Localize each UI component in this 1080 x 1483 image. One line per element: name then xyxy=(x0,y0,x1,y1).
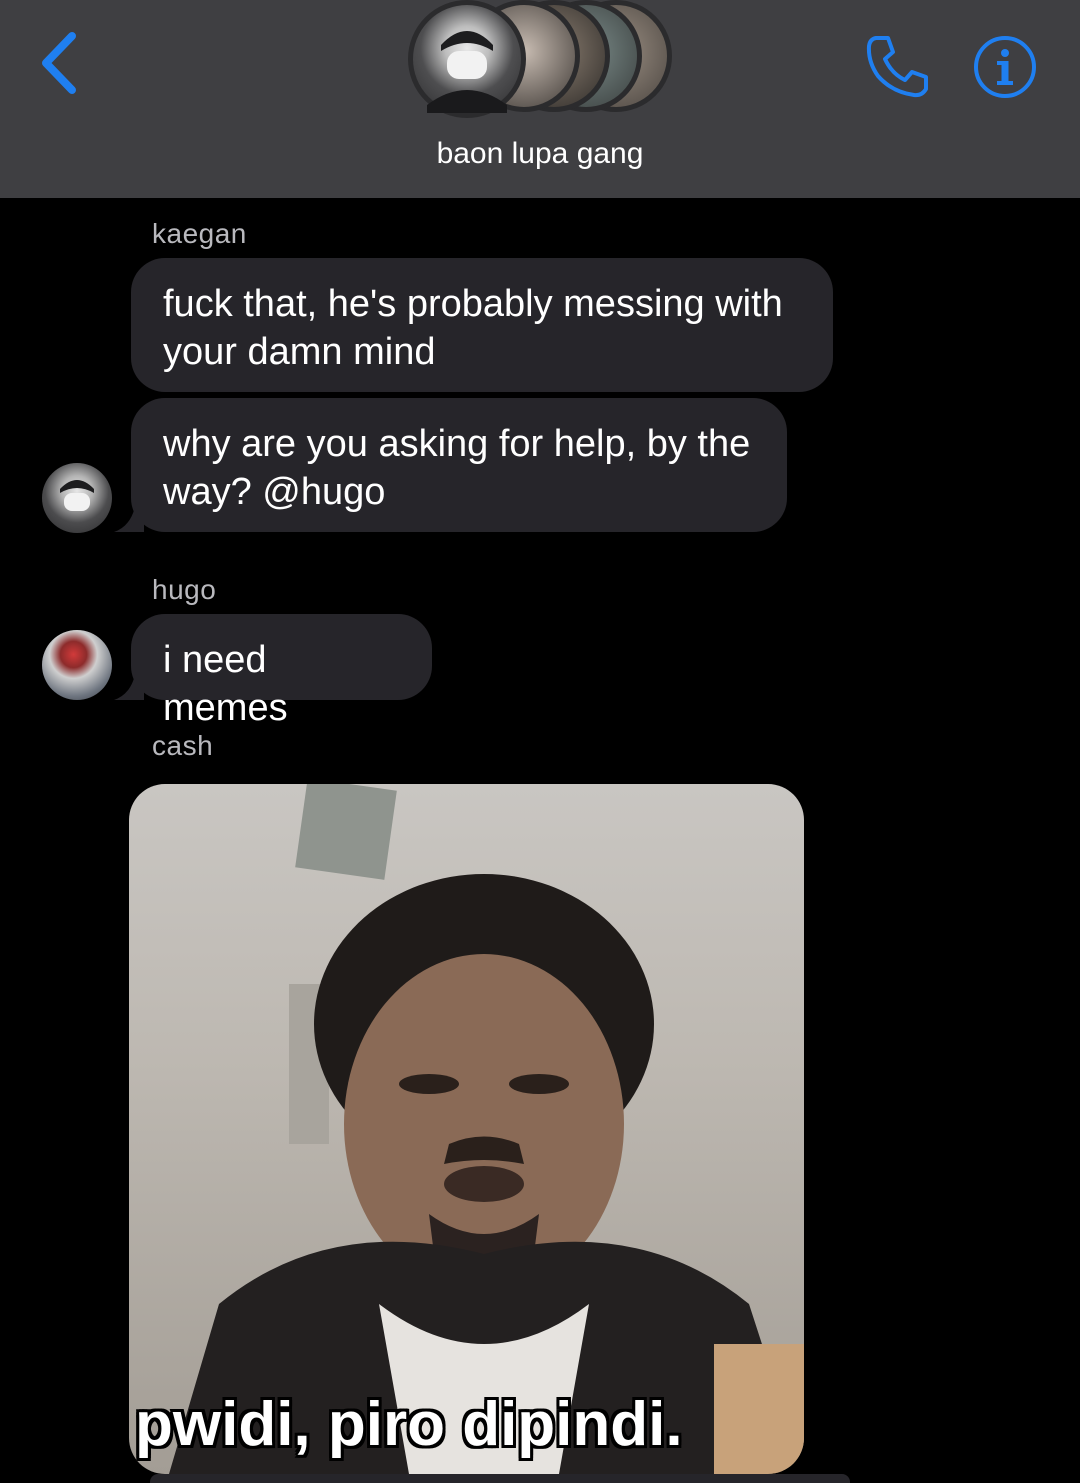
group-avatar-stack[interactable] xyxy=(408,0,673,118)
sender-name: hugo xyxy=(152,574,217,605)
message-bubble[interactable]: fuck that, he's probably messing with yo… xyxy=(131,258,833,392)
avatar[interactable] xyxy=(42,463,112,533)
back-button[interactable] xyxy=(36,30,86,96)
message-bubble[interactable]: why are you asking for help, by the way?… xyxy=(131,398,787,532)
message-text: i need memes xyxy=(163,639,288,729)
meme-image[interactable]: pwidi, piro dipindi. xyxy=(129,784,804,1474)
conversation-header: baon lupa gang xyxy=(0,0,1080,198)
message-text: why are you asking for help, by the way?… xyxy=(163,423,751,513)
sender-name: kaegan xyxy=(152,218,247,249)
call-button[interactable] xyxy=(862,32,932,102)
meme-caption: pwidi, piro dipindi. xyxy=(135,1390,683,1459)
chevron-left-icon xyxy=(42,32,76,94)
info-icon xyxy=(974,36,1036,98)
next-message-peek xyxy=(150,1474,850,1483)
info-button[interactable] xyxy=(972,34,1038,100)
bubble-tail xyxy=(114,502,144,532)
mask-face-avatar xyxy=(60,480,94,511)
group-title[interactable]: baon lupa gang xyxy=(0,137,1080,171)
meme-photo xyxy=(169,784,804,1474)
group-member-avatar xyxy=(408,0,526,118)
mask-face-avatar xyxy=(427,31,507,113)
message-text: fuck that, he's probably messing with yo… xyxy=(163,283,783,373)
bubble-tail xyxy=(114,670,144,700)
sender-name: cash xyxy=(152,730,214,761)
message-bubble[interactable]: i need memes xyxy=(131,614,432,729)
avatar[interactable] xyxy=(42,630,112,700)
phone-icon xyxy=(866,36,928,98)
